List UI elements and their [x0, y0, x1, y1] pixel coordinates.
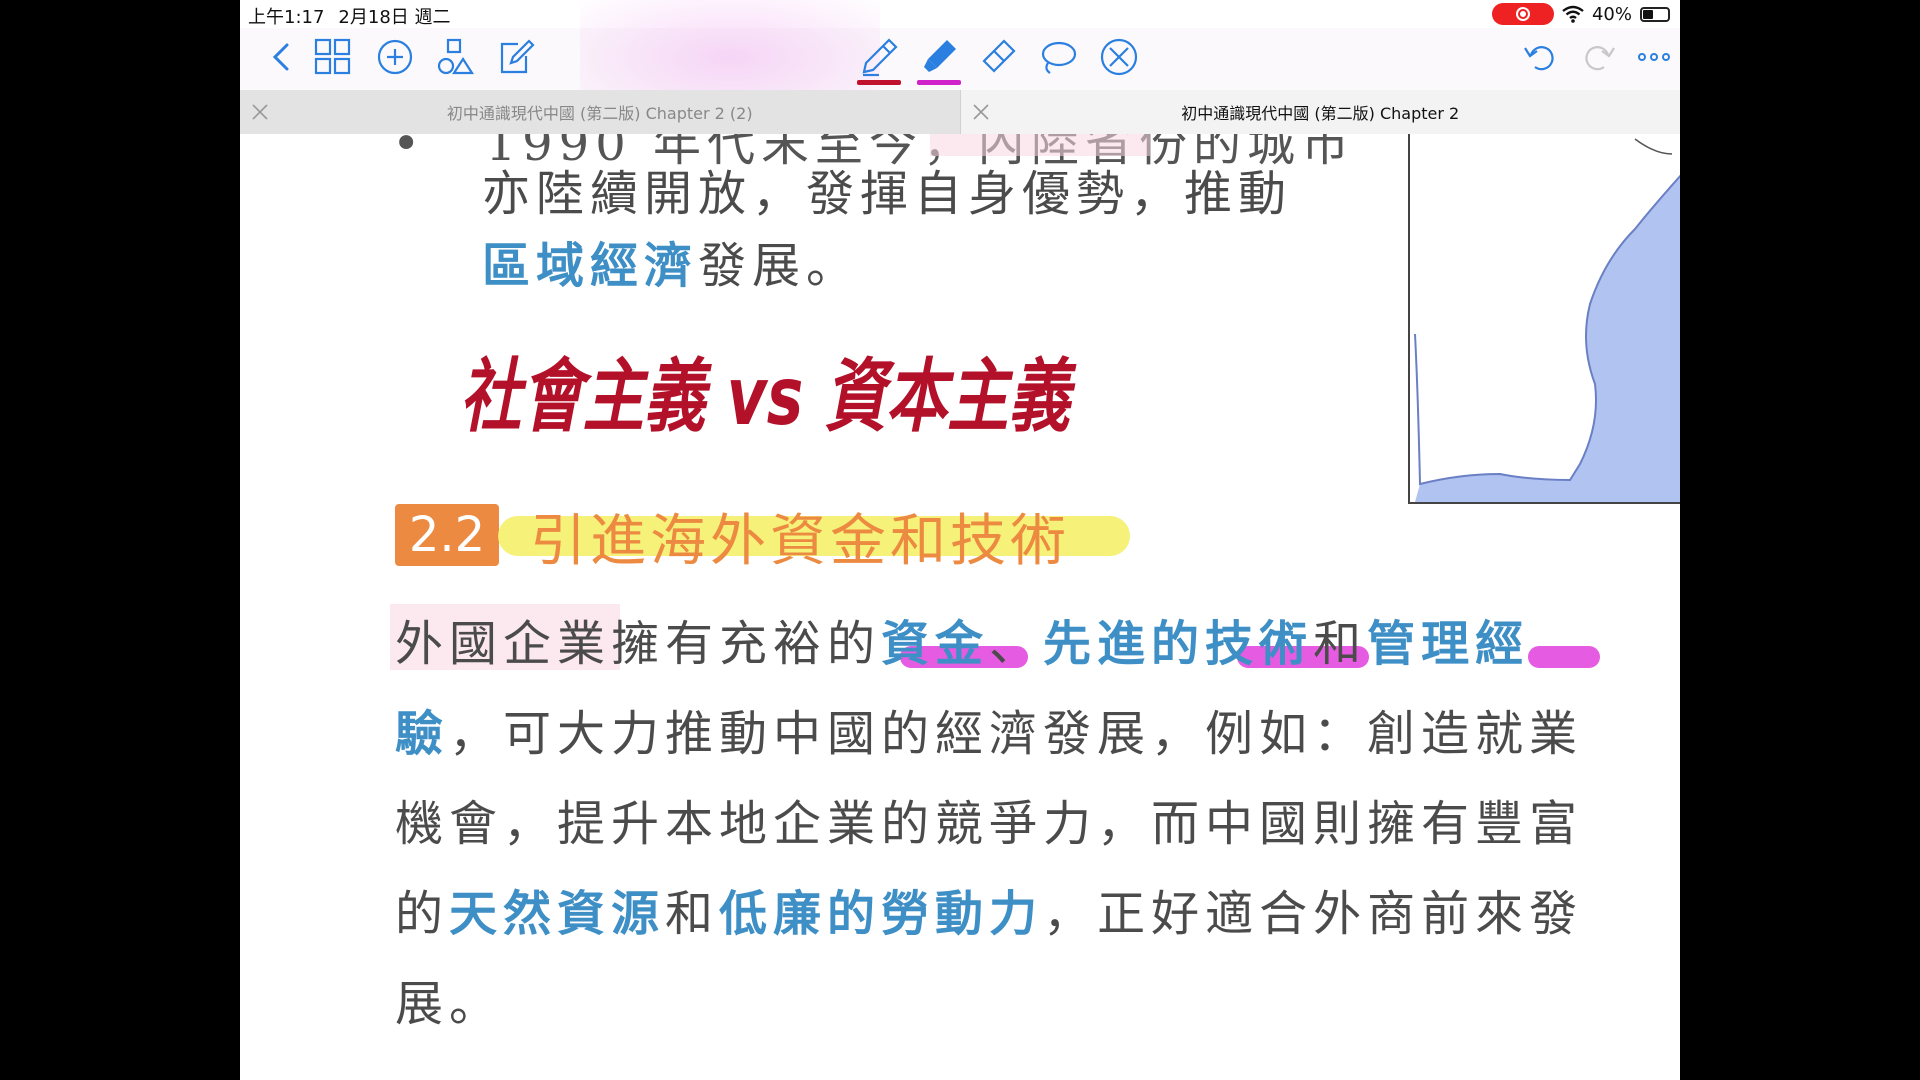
redo-icon[interactable] [1578, 35, 1622, 79]
text-fragment: ，可大力推動中國的經濟發展，例如：創造就業 [449, 706, 1584, 762]
pen-color-indicator [857, 80, 901, 85]
keyword-regional-economy: 區域經濟 [482, 238, 699, 294]
text-fragment: ，正好適合外商前來發 [1043, 886, 1584, 942]
app-screen: 上午1:17 2月18日 週二 40% 初中通識現代中國 (第二版) Chapt… [240, 0, 1680, 1080]
keyword-technology: 先進的技術 [1043, 616, 1314, 672]
handwritten-annotation: 社會主義 vs 資本主義 [460, 350, 1077, 443]
eraser-icon[interactable] [976, 35, 1020, 79]
paragraph-line: 驗，可大力推動中國的經濟發展，例如：創造就業 [395, 694, 1583, 764]
tab-close-icon[interactable] [971, 102, 991, 122]
add-icon[interactable] [373, 35, 417, 79]
edit-icon[interactable] [494, 35, 538, 79]
paragraph-line: 的天然資源和低廉的勞動力，正好適合外商前來發 [395, 874, 1583, 944]
pen-icon[interactable] [857, 35, 901, 85]
tab-chapter-2[interactable]: 初中通識現代中國 (第二版) Chapter 2 [960, 90, 1680, 134]
battery-icon [1640, 6, 1670, 22]
text-line: 區域經濟發展。 [482, 226, 860, 296]
text-fragment: 和 [665, 886, 720, 942]
tab-close-icon[interactable] [250, 102, 270, 122]
magenta-underline-mark [1528, 646, 1600, 668]
paragraph-line: 機會，提升本地企業的競爭力，而中國則擁有豐富 [395, 796, 1584, 852]
highlighter-icon[interactable] [917, 35, 961, 85]
battery-fill [1643, 9, 1653, 19]
bullet-dot: • [392, 134, 427, 172]
text-fragment: 外國企業擁有充裕的 [395, 616, 882, 672]
text-fragment: 的 [395, 886, 450, 942]
status-date: 2月18日 週二 [338, 7, 451, 28]
close-circle-icon[interactable] [1097, 35, 1141, 79]
highlight-mark [930, 134, 1150, 156]
keyword-capital: 資金 [881, 616, 990, 672]
keyword-cheap-labour: 低廉的勞動力 [719, 886, 1044, 942]
text-fragment: 、 [989, 616, 1044, 672]
paragraph-line: 外國企業擁有充裕的資金、先進的技術和管理經 [395, 604, 1529, 674]
more-icon[interactable] [1632, 35, 1676, 79]
wifi-icon [1562, 5, 1584, 23]
text-fragment: 和 [1313, 616, 1368, 672]
tab-chapter-2-copy[interactable]: 初中通識現代中國 (第二版) Chapter 2 (2) [240, 90, 961, 134]
document-page[interactable]: • 1990 年代末至今，內陸省份的城市 亦陸續開放，發揮自身優勢，推動 區域經… [240, 134, 1680, 1080]
handwritten-text: 社會主義 vs 資本主義 [460, 350, 1077, 443]
grid-icon[interactable] [311, 35, 355, 79]
shapes-icon[interactable] [434, 35, 478, 79]
highlighter-color-indicator [917, 80, 961, 85]
section-number-badge: 2.2 [395, 504, 499, 566]
tab-bar: 初中通識現代中國 (第二版) Chapter 2 (2) 初中通識現代中國 (第… [240, 90, 1680, 135]
keyword-natural-resources: 天然資源 [449, 886, 666, 942]
keyword-experience: 驗 [395, 706, 450, 762]
back-icon[interactable] [260, 35, 304, 79]
tab-label: 初中通識現代中國 (第二版) Chapter 2 [1181, 104, 1460, 123]
battery-percent: 40% [1591, 3, 1632, 25]
status-time: 上午1:17 [248, 7, 325, 28]
text-fragment: 發展。 [698, 238, 861, 294]
status-bar: 上午1:17 2月18日 週二 40% [240, 0, 1680, 28]
section-number: 2.2 [408, 507, 486, 563]
screen-recording-icon[interactable] [1491, 3, 1554, 25]
tab-label: 初中通識現代中國 (第二版) Chapter 2 (2) [446, 104, 753, 123]
text-line: 亦陸續開放，發揮自身優勢，推動 [482, 166, 1293, 222]
map-figure [1408, 134, 1680, 504]
undo-icon[interactable] [1517, 35, 1561, 79]
section-title: 引進海外資金和技術 [530, 509, 1070, 574]
keyword-management: 管理經 [1367, 616, 1530, 672]
lasso-icon[interactable] [1036, 35, 1080, 79]
toolbar [240, 0, 1680, 118]
paragraph-line: 展。 [395, 976, 504, 1032]
